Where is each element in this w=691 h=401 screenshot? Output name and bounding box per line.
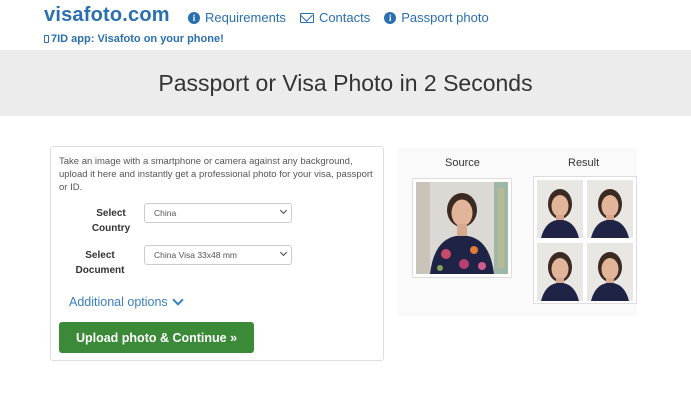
select-document-label: Select Document	[75, 250, 125, 276]
nav-passport-photo-label: Passport photo	[401, 10, 489, 25]
info-icon: i	[188, 11, 200, 24]
site-header: visafoto.com i Requirements Contacts i P…	[0, 0, 691, 48]
app-banner-link[interactable]: 7ID app: Visafoto on your phone!	[44, 33, 224, 45]
additional-options-toggle[interactable]: Additional options	[69, 294, 184, 309]
info-icon: i	[384, 11, 397, 24]
result-photo	[537, 243, 583, 301]
additional-options-label: Additional options	[69, 295, 168, 309]
nav-requirements[interactable]: i Requirements	[188, 10, 286, 25]
upload-photo-button[interactable]: Upload photo & Continue »	[59, 322, 254, 353]
document-select-value: China Visa 33x48 mm	[154, 250, 237, 260]
document-select[interactable]: China Visa 33x48 mm	[144, 245, 292, 265]
nav-contacts[interactable]: Contacts	[299, 10, 371, 25]
logo[interactable]: visafoto.com	[44, 4, 170, 27]
upload-form-card: Take an image with a smartphone or camer…	[50, 146, 384, 361]
chevron-down-icon	[279, 248, 288, 257]
phone-icon	[44, 35, 49, 43]
upload-photo-button-label: Upload photo & Continue »	[75, 330, 238, 345]
page-title: Passport or Visa Photo in 2 Seconds	[158, 70, 533, 96]
result-label: Result	[568, 157, 600, 169]
result-photo	[537, 180, 583, 238]
country-select[interactable]: China	[144, 203, 292, 223]
chevron-down-icon	[279, 206, 288, 215]
main-nav: i Requirements Contacts i Passport photo	[188, 10, 489, 25]
mail-icon	[299, 12, 314, 23]
nav-contacts-label: Contacts	[318, 10, 371, 25]
app-banner-label: 7ID app: Visafoto on your phone!	[51, 33, 224, 45]
country-select-value: China	[154, 208, 177, 218]
intro-text: Take an image with a smartphone or camer…	[59, 156, 373, 193]
source-portrait-image	[416, 182, 508, 274]
source-label: Source	[445, 157, 480, 169]
nav-requirements-label: Requirements	[205, 10, 286, 25]
chevron-down-icon	[172, 294, 184, 306]
result-photo	[587, 243, 633, 301]
source-photo	[412, 178, 512, 278]
result-photo	[587, 180, 633, 238]
result-photos	[533, 176, 637, 304]
nav-passport-photo[interactable]: i Passport photo	[384, 10, 489, 25]
select-country-label: Select Country	[91, 208, 131, 234]
